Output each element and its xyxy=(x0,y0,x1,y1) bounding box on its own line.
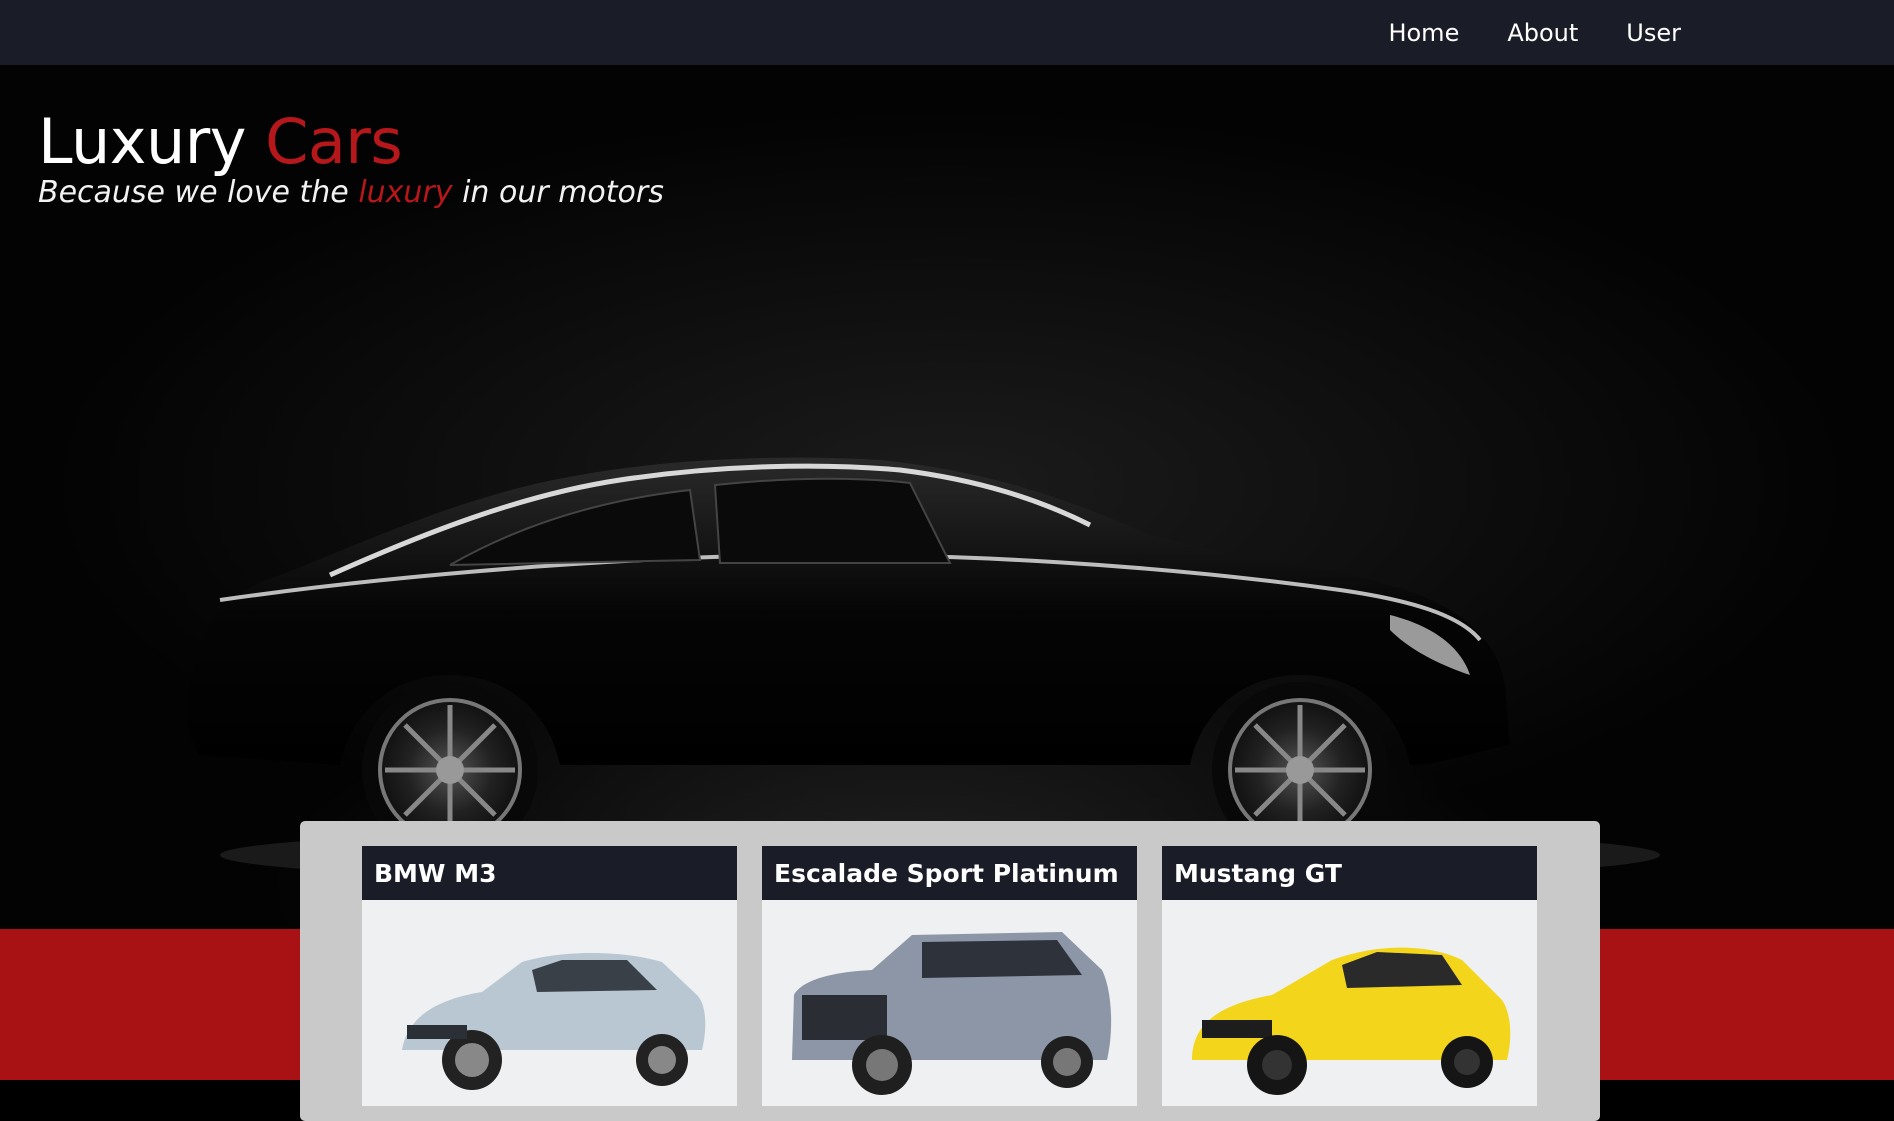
hero-title-accent: Cars xyxy=(265,105,403,178)
nav-link-home[interactable]: Home xyxy=(1388,19,1459,47)
coupe-image xyxy=(1162,900,1537,1106)
hero-banner: Luxury Cars Because we love the luxury i… xyxy=(0,65,1894,929)
hero-subtitle-accent: luxury xyxy=(358,175,453,210)
car-card-mustang-gt[interactable]: Mustang GT xyxy=(1162,846,1537,1106)
hero-car-silhouette-image xyxy=(187,457,1660,885)
featured-cars-panel: BMW M3 Escalade Sport Platinum Mustang G… xyxy=(300,821,1600,1121)
hero-title-main: Luxury xyxy=(38,105,246,178)
top-navbar: Home About User xyxy=(0,0,1894,65)
car-card-title: Mustang GT xyxy=(1162,846,1537,900)
hero-title: Luxury Cars xyxy=(38,105,403,178)
car-card-title: BMW M3 xyxy=(362,846,737,900)
hero-subtitle-before: Because we love the xyxy=(38,175,349,210)
car-card-escalade[interactable]: Escalade Sport Platinum xyxy=(762,846,1137,1106)
suv-image xyxy=(762,900,1137,1106)
car-card-title: Escalade Sport Platinum xyxy=(762,846,1137,900)
nav-link-about[interactable]: About xyxy=(1507,19,1578,47)
nav-link-user[interactable]: User xyxy=(1626,19,1681,47)
car-card-bmw-m3[interactable]: BMW M3 xyxy=(362,846,737,1106)
hero-subtitle: Because we love the luxury in our motors xyxy=(38,175,664,210)
bmw-sedan-image xyxy=(362,900,737,1106)
hero-subtitle-after: in our motors xyxy=(462,175,664,210)
